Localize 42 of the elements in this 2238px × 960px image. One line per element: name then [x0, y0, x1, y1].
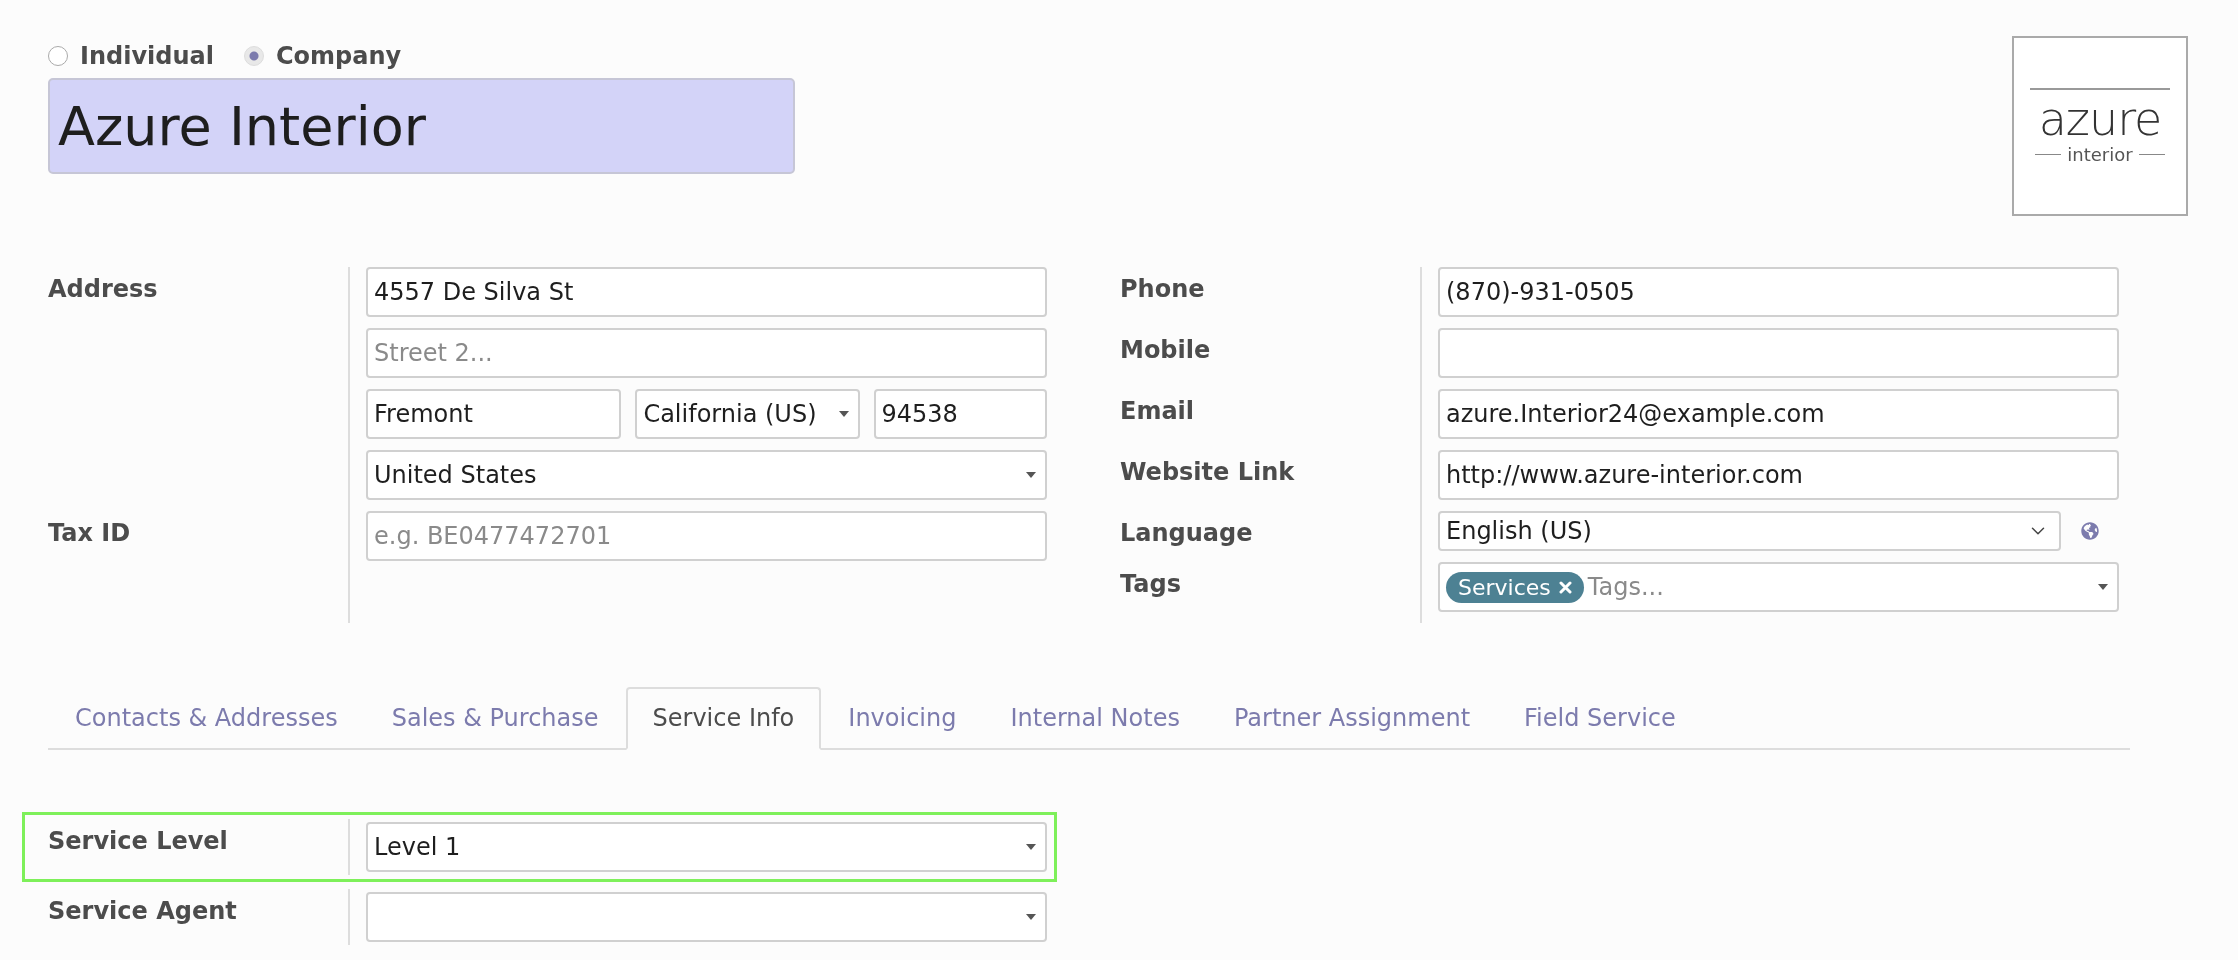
field-label: Email [1120, 396, 1196, 427]
tab[interactable]: Partner Assignment [1206, 687, 1498, 750]
caret-icon [837, 410, 850, 418]
company-logo: azure interior [2012, 36, 2188, 216]
select-field[interactable] [366, 892, 1047, 942]
input-field[interactable]: Fremont [366, 389, 622, 439]
tab[interactable]: Contacts & Addresses [48, 687, 365, 750]
field-label: Website Link [1120, 457, 1296, 488]
select-field[interactable]: Level 1 [366, 822, 1047, 872]
caret-icon [2097, 583, 2109, 591]
input-field[interactable]: azure.Interior24@example.com [1438, 389, 2119, 439]
field-label: Service Agent [48, 896, 238, 927]
tab[interactable]: Service Info [625, 687, 822, 750]
input-field[interactable]: (870)-931-0505 [1438, 267, 2119, 317]
radio-option[interactable]: Company [244, 42, 402, 70]
select-field[interactable]: California (US) [635, 389, 860, 439]
tag-chip[interactable]: Services [1446, 571, 1584, 603]
field-label: Service Level [48, 826, 229, 857]
field-label: Tags [1120, 569, 1182, 600]
field-label: Language [1120, 518, 1254, 549]
tags-field[interactable]: Services Tags... [1438, 562, 2119, 612]
tab[interactable]: Internal Notes [983, 687, 1207, 750]
language-select[interactable]: English (US) [1438, 511, 2061, 551]
field-label: Phone [1120, 274, 1206, 305]
select-field[interactable]: United States [366, 450, 1047, 500]
input-field[interactable]: http://www.azure-interior.com [1438, 450, 2119, 500]
tab[interactable]: Field Service [1497, 687, 1703, 750]
name-field[interactable]: Azure Interior [48, 78, 795, 174]
radio-option[interactable]: Individual [48, 42, 214, 70]
remove-icon[interactable] [1558, 580, 1572, 594]
globe-icon[interactable] [2081, 522, 2099, 540]
input-field[interactable]: 4557 De Silva St [366, 267, 1047, 317]
field-label: Mobile [1120, 335, 1212, 366]
field-label: Address [48, 274, 159, 305]
input-field[interactable] [1438, 328, 2119, 378]
caret-icon [1025, 843, 1037, 851]
tab[interactable]: Sales & Purchase [364, 687, 626, 750]
field-label: Tax ID [48, 518, 132, 549]
caret-icon [1025, 471, 1037, 479]
tab[interactable]: Invoicing [821, 687, 984, 750]
input-field[interactable]: 94538 [873, 389, 1047, 439]
caret-icon [1025, 913, 1037, 921]
